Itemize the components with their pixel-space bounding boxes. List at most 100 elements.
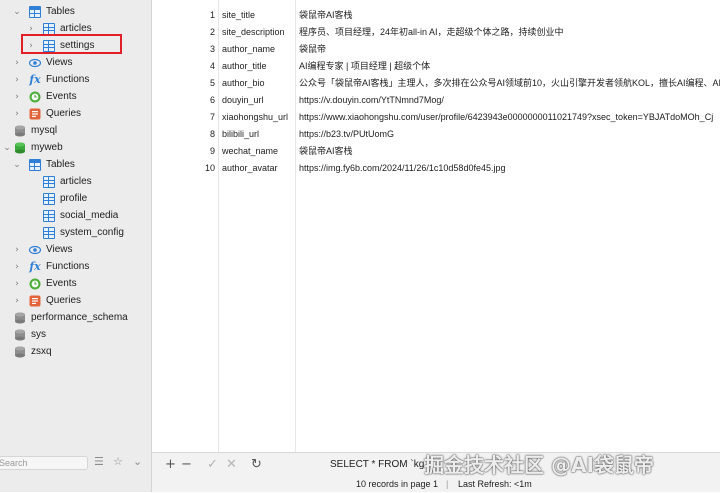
tree-item-label: Tables <box>46 159 75 170</box>
tree-item-mysql[interactable]: mysql <box>14 122 57 139</box>
chevron-right-icon[interactable]: › <box>12 241 22 258</box>
chevron-right-icon[interactable]: › <box>12 258 22 275</box>
table-row[interactable]: 5 author_bio 公众号「袋鼠帝AI客栈」主理人，多次排在公众号AI领域前1… <box>152 75 720 92</box>
tree-item-label: Tables <box>46 6 75 17</box>
table-row[interactable]: 2 site_description 程序员、项目经理，24年初all-in AI，… <box>152 24 720 41</box>
status-bar: 10 records in page 1 | Last Refresh: <1m <box>152 479 720 493</box>
data-grid: 1 site_title 袋鼠帝AI客栈 2 site_description 程序员、项… <box>152 0 720 452</box>
table-icon <box>43 22 55 35</box>
chevron-right-icon[interactable]: › <box>12 275 22 292</box>
favorite-star-icon[interactable]: ☆ <box>113 455 123 468</box>
name-cell[interactable]: author_name <box>222 41 294 58</box>
value-cell[interactable]: 程序员、项目经理，24年初all-in AI，走超级个体之路，持续创业中 <box>299 24 720 41</box>
database-icon <box>14 125 26 137</box>
database-icon <box>14 329 26 341</box>
chevron-down-icon[interactable]: ⌄ <box>12 156 22 173</box>
sql-query-text[interactable]: SELECT * FROM `kg <box>330 459 424 470</box>
table-row[interactable]: 4 author_title AI编程专家 | 项目经理 | 超级个体 <box>152 58 720 75</box>
value-cell[interactable]: 袋鼠帝AI客栈 <box>299 7 720 24</box>
table-row[interactable]: 1 site_title 袋鼠帝AI客栈 <box>152 7 720 24</box>
name-cell[interactable]: douyin_url <box>222 92 294 109</box>
name-cell[interactable]: xiaohongshu_url <box>222 109 294 126</box>
row-number: 8 <box>209 129 215 139</box>
tree-item-label: Functions <box>46 74 90 85</box>
tree-item-views[interactable]: Views <box>28 54 73 71</box>
sidebar-search-input[interactable]: Search <box>0 456 88 470</box>
value-cell[interactable]: https://www.xiaohongshu.com/user/profile… <box>299 109 720 126</box>
tree-item-label: myweb <box>31 142 63 153</box>
table-row[interactable]: 6 douyin_url https://v.douyin.com/YtTNmnd7… <box>152 92 720 109</box>
tree-item-tables[interactable]: Tables <box>29 156 75 173</box>
tree-item-label: Events <box>46 278 77 289</box>
value-cell[interactable]: https://img.fy6b.com/2024/11/26/1c10d58d… <box>299 160 720 177</box>
name-cell[interactable]: wechat_name <box>222 143 294 160</box>
chevron-right-icon[interactable]: › <box>12 292 22 309</box>
chevron-down-icon[interactable]: ⌄ <box>2 139 12 156</box>
row-number: 7 <box>209 112 215 122</box>
table-row[interactable]: 8 bilibili_url https://b23.tv/PUtUomG <box>152 126 720 143</box>
event-icon <box>29 278 41 290</box>
tree-item-label: social_media <box>60 210 119 221</box>
tree-item-events[interactable]: Events <box>29 275 77 292</box>
refresh-button[interactable]: ↻ <box>251 457 262 472</box>
chevron-right-icon[interactable]: › <box>12 105 22 122</box>
name-cell[interactable]: bilibili_url <box>222 126 294 143</box>
value-cell[interactable]: https://b23.tv/PUtUomG <box>299 126 720 143</box>
tree-item-label: zsxq <box>31 346 52 357</box>
add-row-button[interactable]: + <box>165 457 176 472</box>
value-cell[interactable]: AI编程专家 | 项目经理 | 超级个体 <box>299 58 720 75</box>
tree-item-myweb[interactable]: myweb <box>14 139 63 156</box>
name-cell[interactable]: site_title <box>222 7 294 24</box>
tree-item-sys[interactable]: sys <box>14 326 46 343</box>
tree-item-zsxq[interactable]: zsxq <box>14 343 52 360</box>
value-cell[interactable]: 公众号「袋鼠帝AI客栈」主理人，多次排在公众号AI领域前10，火山引擎开发者领航… <box>299 75 720 92</box>
tree-item-label: profile <box>60 193 88 204</box>
name-cell[interactable]: author_title <box>222 58 294 75</box>
row-number: 4 <box>209 61 215 71</box>
value-cell[interactable]: 袋鼠帝 <box>299 41 720 58</box>
table-row[interactable]: 10 author_avatar https://img.fy6b.com/2024… <box>152 160 720 177</box>
table-row[interactable]: 9 wechat_name 袋鼠帝AI客栈 <box>152 143 720 160</box>
tree-item-label: Queries <box>46 295 82 306</box>
tree-item-tables[interactable]: Tables <box>29 3 75 20</box>
table-icon <box>43 192 55 205</box>
tree-item-queries[interactable]: Queries <box>29 292 81 309</box>
value-cell[interactable]: https://v.douyin.com/YtTNmnd7Mog/ <box>299 92 720 109</box>
tree-item-views[interactable]: Views <box>28 241 73 258</box>
commit-button[interactable]: ✓ <box>207 457 218 472</box>
discard-button[interactable]: ✕ <box>226 457 237 472</box>
table-row[interactable]: 7 xiaohongshu_url https://www.xiaohongshu.… <box>152 109 720 126</box>
chevron-right-icon[interactable]: › <box>12 71 22 88</box>
tree-item-performance-schema[interactable]: performance_schema <box>14 309 128 326</box>
tree-item-label: Events <box>46 91 77 102</box>
row-number: 5 <box>209 78 215 88</box>
query-icon <box>29 108 41 120</box>
value-cell[interactable]: 袋鼠帝AI客栈 <box>299 143 720 160</box>
filter-icon[interactable]: ☰ <box>94 455 104 468</box>
tree-item-functions[interactable]: fx Functions <box>29 71 89 88</box>
tree-item-profile[interactable]: profile <box>43 190 87 207</box>
chevron-down-icon[interactable]: ⌄ <box>12 3 22 20</box>
table-icon <box>43 209 55 222</box>
name-cell[interactable]: site_description <box>222 24 294 41</box>
tree-item-functions[interactable]: fx Functions <box>29 258 89 275</box>
tree-item-queries[interactable]: Queries <box>29 105 81 122</box>
row-number: 1 <box>209 10 215 20</box>
table-row[interactable]: 3 author_name 袋鼠帝 <box>152 41 720 58</box>
status-separator: | <box>446 479 449 489</box>
chevron-down-icon[interactable]: ⌄ <box>133 455 142 468</box>
table-icon <box>43 175 55 188</box>
chevron-right-icon[interactable]: › <box>12 88 22 105</box>
delete-row-button[interactable]: − <box>181 457 192 472</box>
name-cell[interactable]: author_bio <box>222 75 294 92</box>
function-icon: fx <box>29 72 41 86</box>
tree-item-social-media[interactable]: social_media <box>43 207 118 224</box>
tree-item-events[interactable]: Events <box>29 88 77 105</box>
name-cell[interactable]: author_avatar <box>222 160 294 177</box>
chevron-right-icon[interactable]: › <box>12 54 22 71</box>
tree-item-system-config[interactable]: system_config <box>43 224 124 241</box>
table-folder-icon <box>29 5 41 18</box>
tree-item-label: Functions <box>46 261 90 272</box>
tree-item-articles[interactable]: articles <box>43 173 92 190</box>
row-number: 10 <box>204 163 215 173</box>
